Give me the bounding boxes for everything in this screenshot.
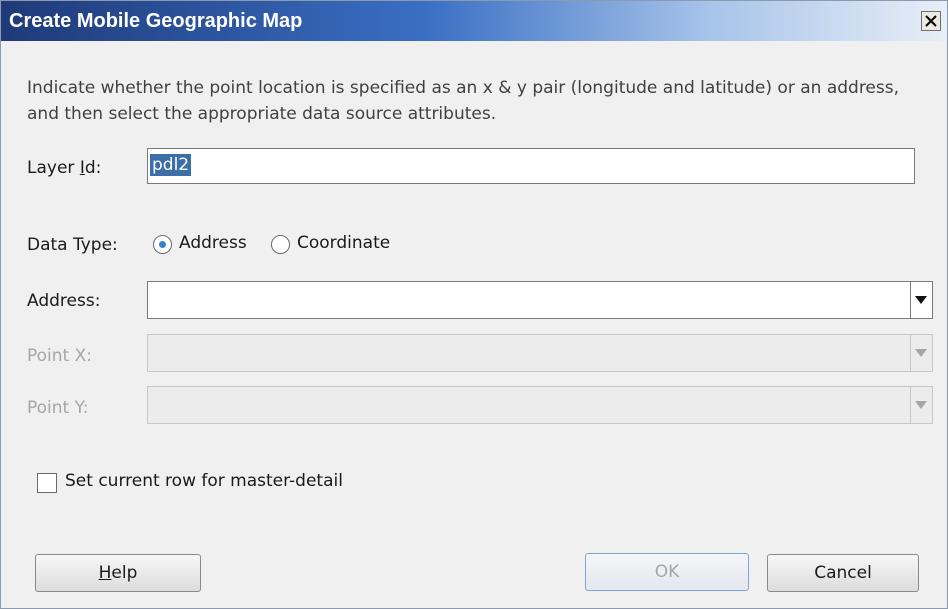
layer-id-label-pre: Layer bbox=[27, 158, 80, 178]
chevron-down-icon bbox=[915, 349, 927, 357]
ok-button[interactable]: OK bbox=[585, 553, 749, 591]
help-mnemonic: H bbox=[98, 563, 112, 583]
master-detail-label[interactable]: Set current row for master-detail bbox=[65, 471, 343, 491]
close-icon bbox=[925, 15, 937, 27]
layer-id-label: Layer Id: bbox=[27, 158, 101, 178]
address-label: Address: bbox=[27, 291, 101, 311]
master-detail-checkbox[interactable] bbox=[37, 473, 57, 493]
point-y-combo[interactable] bbox=[147, 386, 933, 424]
radio-coordinate-label[interactable]: Coordinate bbox=[297, 233, 390, 253]
radio-coordinate[interactable] bbox=[271, 235, 290, 254]
point-x-label: Point X: bbox=[27, 346, 92, 366]
chevron-down-icon bbox=[915, 401, 927, 409]
dialog-description: Indicate whether the point location is s… bbox=[27, 78, 900, 124]
layer-id-label-post: d: bbox=[84, 158, 102, 178]
point-y-dropdown-button[interactable] bbox=[910, 387, 932, 423]
point-x-combo[interactable] bbox=[147, 334, 933, 372]
cancel-button[interactable]: Cancel bbox=[767, 554, 919, 592]
radio-address[interactable] bbox=[153, 235, 172, 254]
help-button[interactable]: Help bbox=[35, 554, 201, 592]
address-combo[interactable] bbox=[147, 281, 933, 319]
chevron-down-icon bbox=[915, 296, 927, 304]
help-label-rest: elp bbox=[111, 563, 138, 583]
title-bar[interactable]: Create Mobile Geographic Map bbox=[1, 1, 947, 41]
address-dropdown-button[interactable] bbox=[910, 282, 932, 318]
layer-id-input[interactable]: pdl2 bbox=[147, 148, 915, 184]
dialog-title: Create Mobile Geographic Map bbox=[9, 10, 303, 32]
close-button[interactable] bbox=[921, 11, 941, 31]
point-y-label: Point Y: bbox=[27, 398, 89, 418]
data-type-label: Data Type: bbox=[27, 235, 118, 255]
radio-selected-dot bbox=[159, 241, 166, 248]
radio-address-label[interactable]: Address bbox=[179, 233, 247, 253]
layer-id-value: pdl2 bbox=[150, 154, 192, 176]
create-mobile-geographic-map-dialog: Create Mobile Geographic Map Indicate wh… bbox=[0, 0, 948, 609]
point-x-dropdown-button[interactable] bbox=[910, 335, 932, 371]
